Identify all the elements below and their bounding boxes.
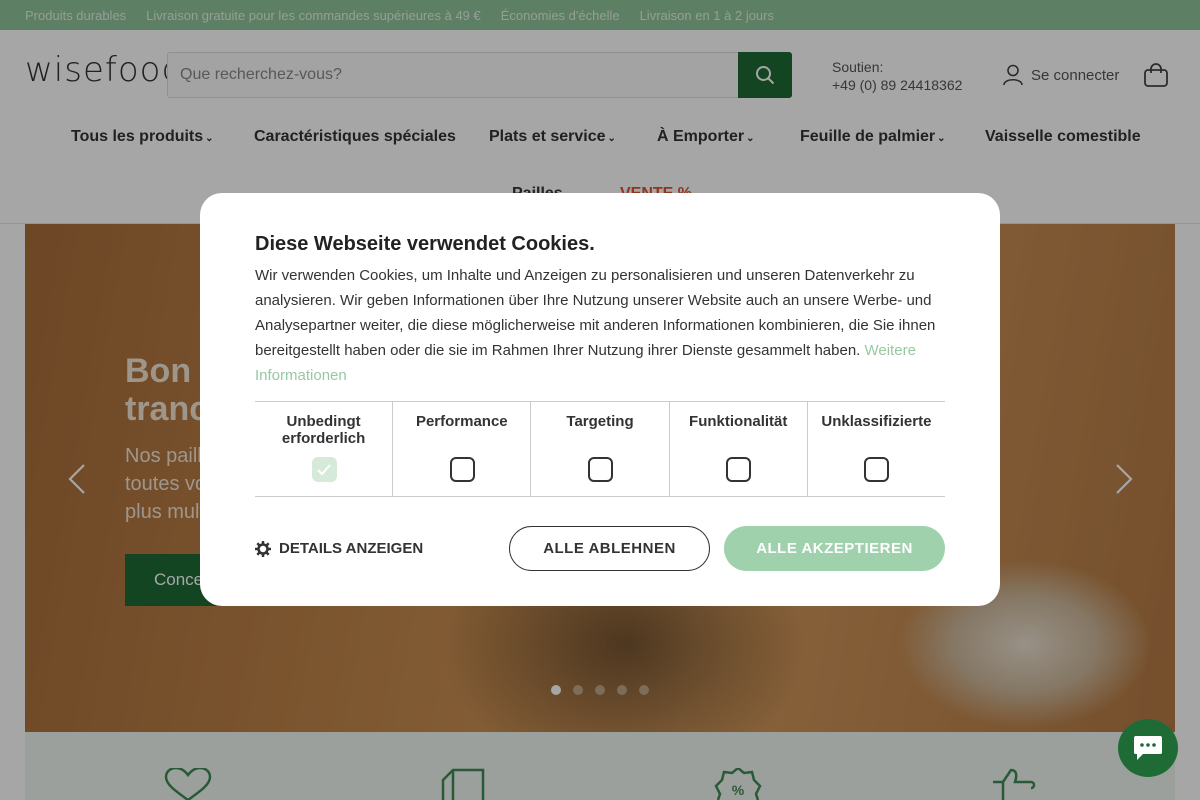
check-icon	[317, 463, 331, 475]
cookie-category-targeting: Targeting	[531, 402, 670, 496]
cookie-dialog-title: Diese Webseite verwendet Cookies.	[255, 233, 595, 255]
unclassified-checkbox[interactable]	[864, 457, 890, 482]
category-label: Unbedingt erforderlich	[281, 413, 366, 447]
category-label: Targeting	[566, 413, 634, 430]
category-label: Unklassifizierte	[821, 413, 932, 430]
cookie-consent-dialog: Diese Webseite verwendet Cookies. Wir ve…	[200, 193, 1000, 606]
show-details-button[interactable]: DETAILS ANZEIGEN	[255, 540, 423, 557]
gear-icon	[255, 540, 271, 557]
cookie-category-functionality: Funktionalität	[670, 402, 808, 496]
functionality-checkbox[interactable]	[726, 457, 752, 482]
necessary-checkbox	[311, 457, 337, 482]
chat-widget-button[interactable]	[1118, 719, 1178, 777]
cookie-body: Wir verwenden Cookies, um Inhalte und An…	[255, 267, 936, 359]
category-label: Performance	[415, 413, 508, 430]
targeting-checkbox[interactable]	[588, 457, 613, 482]
chat-icon	[1134, 736, 1162, 760]
details-label: DETAILS ANZEIGEN	[279, 540, 424, 557]
reject-all-button[interactable]: ALLE ABLEHNEN	[509, 526, 710, 571]
cookie-category-necessary: Unbedingt erforderlich	[255, 402, 394, 496]
cookie-category-performance: Performance	[393, 402, 532, 496]
category-label: Funktionalität	[689, 413, 788, 430]
cookie-dialog-text: Wir verwenden Cookies, um Inhalte und An…	[255, 263, 945, 388]
accept-all-button[interactable]: ALLE AKZEPTIEREN	[724, 526, 945, 571]
performance-checkbox[interactable]	[449, 457, 475, 482]
cookie-category-unclassified: Unklassifizierte	[808, 402, 945, 496]
cookie-categories: Unbedingt erforderlich Performance Targe…	[255, 401, 945, 497]
